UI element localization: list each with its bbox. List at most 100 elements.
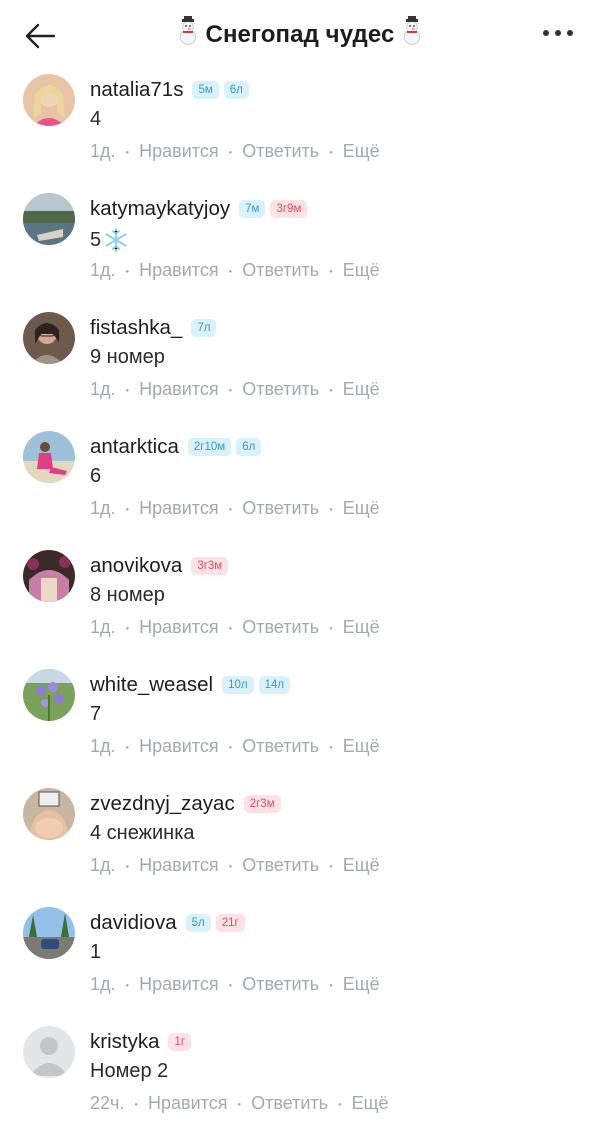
separator-dot: ● bbox=[329, 507, 333, 513]
reply-button[interactable]: Ответить bbox=[242, 974, 319, 995]
separator-dot: ● bbox=[228, 150, 233, 156]
comment-item: natalia71s 5м 6л 4 1д. ● Нравится ● Ответить ● Е… bbox=[0, 72, 600, 191]
comment-text: 5 bbox=[90, 227, 129, 253]
avatar[interactable] bbox=[23, 1026, 75, 1078]
avatar[interactable] bbox=[23, 312, 75, 364]
comment-item: anovikova 3г3м 8 номер 1д. ● Нравится ● Ответ… bbox=[0, 548, 600, 667]
comment-time: 1д. bbox=[90, 498, 116, 518]
like-button[interactable]: Нравится bbox=[139, 736, 218, 757]
separator-dot: ● bbox=[228, 864, 233, 870]
like-button[interactable]: Нравится bbox=[139, 260, 218, 281]
comment-header: davidiova 5л 21г bbox=[90, 911, 250, 935]
duration-badge: 5м bbox=[192, 81, 219, 99]
more-button[interactable]: Ещё bbox=[343, 379, 380, 400]
like-button[interactable]: Нравится bbox=[139, 141, 218, 162]
comment-meta: 1д. ● Нравится ● Ответить ● Ещё bbox=[90, 736, 380, 757]
comment-item: white_weasel 10л 14л 7 1д. ● Нравится ● Ответи… bbox=[0, 667, 600, 786]
like-button[interactable]: Нравится bbox=[139, 379, 218, 400]
page-title: Снегопад чудес bbox=[0, 16, 600, 53]
more-button[interactable]: Ещё bbox=[343, 974, 380, 995]
username-link[interactable]: anovikova bbox=[90, 554, 182, 578]
snowman-icon bbox=[173, 16, 203, 53]
comment-text: 4 снежинка bbox=[90, 822, 195, 845]
comment-header: fistashka_ 7л bbox=[90, 316, 221, 340]
reply-button[interactable]: Ответить bbox=[251, 1093, 328, 1114]
more-dots-icon bbox=[543, 30, 573, 36]
comment-item: kristyka 1г Номер 2 22ч. ● Нравится ● Ответит… bbox=[0, 1024, 600, 1143]
comment-time: 1д. bbox=[90, 855, 116, 875]
comment-text: 7 bbox=[90, 703, 101, 726]
avatar[interactable] bbox=[23, 74, 75, 126]
comment-text-value: 5 bbox=[90, 228, 102, 251]
separator-dot: ● bbox=[125, 507, 130, 513]
separator-dot: ● bbox=[237, 1102, 242, 1108]
username-link[interactable]: fistashka_ bbox=[90, 316, 182, 340]
like-button[interactable]: Нравится bbox=[148, 1093, 227, 1114]
username-link[interactable]: katymaykatyjoy bbox=[90, 197, 230, 221]
comment-item: antarktica 2г10м 6л 6 1д. ● Нравится ● Ответит… bbox=[0, 429, 600, 548]
more-button[interactable]: Ещё bbox=[343, 141, 380, 162]
comment-header: katymaykatyjoy 7м 3г9м bbox=[90, 197, 312, 221]
avatar[interactable] bbox=[23, 550, 75, 602]
reply-button[interactable]: Ответить bbox=[242, 855, 319, 876]
separator-dot: ● bbox=[228, 983, 233, 989]
comment-item: davidiova 5л 21г 1 1д. ● Нравится ● Ответить ● Е… bbox=[0, 905, 600, 1024]
comment-text-value: 9 номер bbox=[90, 346, 165, 368]
separator-dot: ● bbox=[125, 864, 130, 870]
comment-header: zvezdnyj_zayac 2г3м bbox=[90, 792, 286, 816]
duration-badge: 2г3м bbox=[243, 795, 281, 813]
separator-dot: ● bbox=[228, 745, 233, 751]
more-button[interactable]: Ещё bbox=[343, 617, 380, 638]
like-button[interactable]: Нравится bbox=[139, 974, 218, 995]
more-button[interactable]: Ещё bbox=[343, 260, 380, 281]
more-options-button[interactable] bbox=[540, 26, 576, 40]
reply-button[interactable]: Ответить bbox=[242, 141, 319, 162]
username-link[interactable]: davidiova bbox=[90, 911, 177, 935]
more-button[interactable]: Ещё bbox=[343, 736, 380, 757]
avatar[interactable] bbox=[23, 193, 75, 245]
reply-button[interactable]: Ответить bbox=[242, 617, 319, 638]
like-button[interactable]: Нравится bbox=[139, 617, 218, 638]
comment-text-value: 6 bbox=[90, 465, 102, 487]
duration-badge: 3г3м bbox=[191, 557, 229, 575]
comment-text-value: 7 bbox=[90, 703, 102, 725]
comment-time: 22ч. bbox=[90, 1093, 125, 1113]
top-bar: Снегопад чудес bbox=[0, 0, 600, 66]
comment-meta: 1д. ● Нравится ● Ответить ● Ещё bbox=[90, 379, 380, 400]
username-link[interactable]: natalia71s bbox=[90, 78, 183, 102]
comment-item: katymaykatyjoy 7м 3г9м 5 1д. ● Нравится ● Отве… bbox=[0, 191, 600, 310]
comment-header: antarktica 2г10м 6л bbox=[90, 435, 266, 459]
comment-time: 1д. bbox=[90, 736, 116, 756]
separator-dot: ● bbox=[329, 983, 333, 989]
avatar[interactable] bbox=[23, 431, 75, 483]
comment-meta: 1д. ● Нравится ● Ответить ● Ещё bbox=[90, 855, 380, 876]
more-button[interactable]: Ещё bbox=[343, 855, 380, 876]
comment-header: anovikova 3г3м bbox=[90, 554, 233, 578]
avatar[interactable] bbox=[23, 907, 75, 959]
like-button[interactable]: Нравится bbox=[139, 855, 218, 876]
comment-meta: 1д. ● Нравится ● Ответить ● Ещё bbox=[90, 974, 380, 995]
username-link[interactable]: antarktica bbox=[90, 435, 179, 459]
more-button[interactable]: Ещё bbox=[343, 498, 380, 519]
comment-time: 1д. bbox=[90, 617, 116, 637]
avatar[interactable] bbox=[23, 788, 75, 840]
comment-meta: 1д. ● Нравится ● Ответить ● Ещё bbox=[90, 498, 380, 519]
reply-button[interactable]: Ответить bbox=[242, 498, 319, 519]
reply-button[interactable]: Ответить bbox=[242, 736, 319, 757]
comment-time: 1д. bbox=[90, 260, 116, 280]
reply-button[interactable]: Ответить bbox=[242, 379, 319, 400]
duration-badge: 5л bbox=[185, 914, 211, 932]
username-link[interactable]: kristyka bbox=[90, 1030, 159, 1054]
separator-dot: ● bbox=[125, 388, 130, 394]
reply-button[interactable]: Ответить bbox=[242, 260, 319, 281]
separator-dot: ● bbox=[338, 1102, 342, 1108]
separator-dot: ● bbox=[329, 864, 333, 870]
like-button[interactable]: Нравится bbox=[139, 498, 218, 519]
more-button[interactable]: Ещё bbox=[352, 1093, 389, 1114]
avatar[interactable] bbox=[23, 669, 75, 721]
comment-header: kristyka 1г bbox=[90, 1030, 196, 1054]
username-link[interactable]: white_weasel bbox=[90, 673, 213, 697]
username-link[interactable]: zvezdnyj_zayac bbox=[90, 792, 235, 816]
comment-text-value: 4 bbox=[90, 108, 102, 130]
duration-badge: 1г bbox=[168, 1033, 192, 1051]
